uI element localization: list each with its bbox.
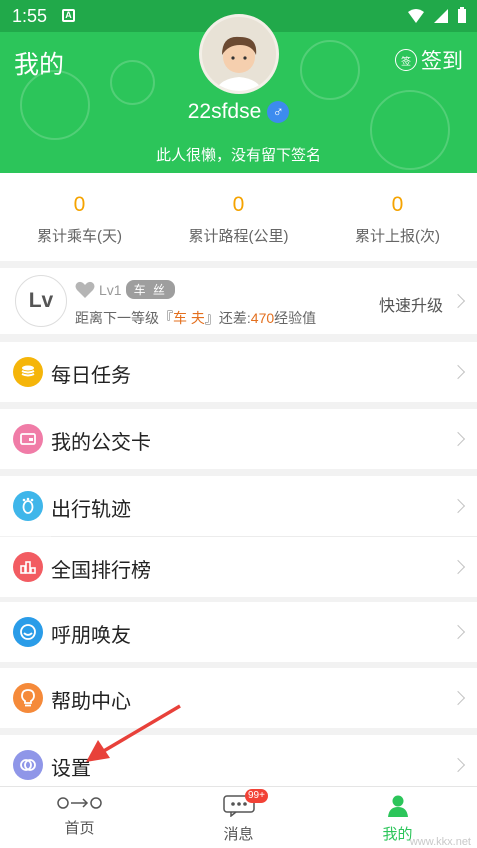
avatar-person-icon: [215, 36, 263, 91]
stat-ride-days: 0 累计乘车(天): [0, 173, 159, 261]
points-unit: 经验值: [274, 310, 317, 326]
menu-item-bus-card[interactable]: 我的公交卡: [0, 409, 477, 469]
tab-label: 消息: [223, 826, 254, 843]
person-icon: [387, 795, 408, 817]
menu-label: 呼朋唤友: [51, 625, 131, 647]
tab-messages[interactable]: 99+ 消息: [159, 787, 318, 848]
tab-home[interactable]: 首页: [0, 787, 159, 848]
stat-label: 累计上报(次): [355, 228, 440, 245]
tab-label: 我的: [382, 826, 413, 843]
menu-label: 每日任务: [51, 365, 131, 387]
bottom-tab-bar: 首页 99+ 消息 我的 www.kkx.net: [0, 786, 477, 848]
level-title-badge: 车 丝: [125, 280, 175, 299]
signin-button[interactable]: 签 签到: [395, 45, 463, 75]
red-arrow-annotation: [86, 704, 181, 762]
menu-item-ranking[interactable]: 全国排行榜: [0, 537, 477, 597]
header-decoration: [110, 60, 155, 105]
footprint-icon: [13, 491, 43, 521]
menu-label: 出行轨迹: [51, 499, 131, 521]
menu-item-help-center[interactable]: 帮助中心: [0, 668, 477, 728]
stat-value: 0: [73, 193, 86, 216]
chevron-right-icon: [450, 757, 466, 773]
avatar[interactable]: [199, 14, 279, 94]
settings-rings-icon: [13, 750, 43, 780]
chevron-right-icon: [450, 559, 466, 575]
stat-value: 0: [391, 193, 404, 216]
level-next-mid: 』还差:: [204, 310, 251, 326]
signin-icon: 签: [395, 49, 417, 71]
page-title: 我的: [14, 51, 65, 79]
level-card[interactable]: Lv Lv1 车 丝 距离下一等级『车 夫』还差:470经验值 快速升级: [0, 268, 477, 334]
menu-label: 我的公交卡: [51, 432, 151, 454]
user-signature[interactable]: 此人很懒，没有留下签名: [0, 144, 477, 165]
header-decoration: [300, 40, 360, 100]
level-next-prefix: 距离下一等级『: [75, 310, 173, 326]
level-label: Lv1: [99, 281, 122, 298]
smile-icon: [13, 617, 43, 647]
level-progress-text: 距离下一等级『车 夫』还差:470经验值: [75, 308, 316, 328]
stat-label: 累计乘车(天): [37, 228, 122, 245]
signal-icon: [434, 8, 448, 23]
stat-label: 累计路程(公里): [188, 228, 289, 245]
lightbulb-icon: [13, 683, 43, 713]
next-level-name: 车 夫: [173, 310, 205, 326]
bus-card-icon: [13, 424, 43, 454]
chevron-right-icon: [450, 431, 466, 447]
stat-value: 0: [232, 193, 245, 216]
heart-icon: [75, 281, 95, 298]
stat-distance: 0 累计路程(公里): [159, 173, 318, 261]
points-needed: 470: [250, 310, 275, 326]
route-icon: [56, 797, 102, 809]
quick-upgrade-link[interactable]: 快速升级: [379, 292, 443, 316]
ranking-icon: [13, 552, 43, 582]
chevron-right-icon: [450, 624, 466, 640]
menu-item-invite-friends[interactable]: 呼朋唤友: [0, 602, 477, 662]
stat-reports: 0 累计上报(次): [318, 173, 477, 261]
username: 22sfdse: [187, 100, 262, 123]
notification-icon: A: [62, 9, 75, 22]
menu-item-travel-track[interactable]: 出行轨迹: [0, 476, 477, 536]
wifi-icon: [408, 8, 424, 23]
chevron-right-icon: [450, 498, 466, 514]
menu-item-daily-tasks[interactable]: 每日任务: [0, 342, 477, 402]
chevron-right-icon: [450, 293, 466, 309]
tab-label: 首页: [64, 820, 95, 837]
chevron-right-icon: [450, 364, 466, 380]
stats-panel: 0 累计乘车(天) 0 累计路程(公里) 0 累计上报(次): [0, 173, 477, 261]
profile-header: 1:55 A 我的 签 签到 22sfdse ♂ 此人很懒，没有留下签名: [0, 0, 477, 173]
status-time: 1:55: [12, 6, 48, 26]
coins-icon: [13, 357, 43, 387]
signin-label: 签到: [421, 50, 463, 73]
chevron-right-icon: [450, 690, 466, 706]
level-avatar: Lv: [15, 275, 67, 327]
message-count-badge: 99+: [245, 789, 268, 803]
battery-icon: [458, 7, 466, 23]
menu-label: 全国排行榜: [51, 560, 151, 582]
watermark: www.kkx.net: [409, 836, 471, 848]
gender-male-icon: ♂: [267, 101, 290, 123]
